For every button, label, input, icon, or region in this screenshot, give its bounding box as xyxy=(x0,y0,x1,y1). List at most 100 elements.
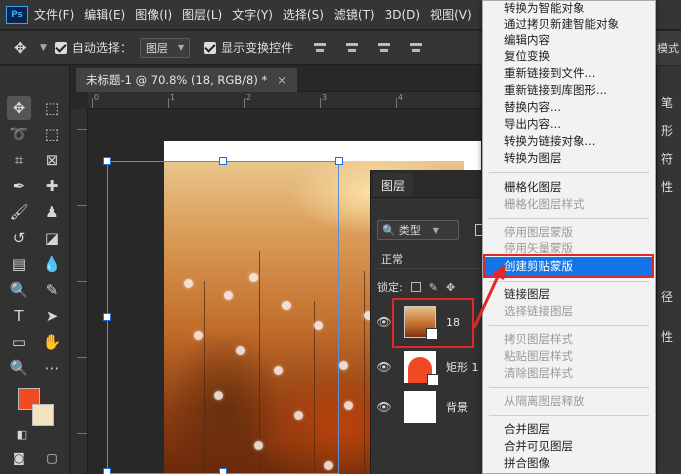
panel-label[interactable]: 性 xyxy=(661,328,673,345)
menu-edit[interactable]: 编辑(E) xyxy=(84,6,125,23)
zoom-tool-icon[interactable]: 🔍 xyxy=(7,356,31,380)
menu-item-disable-layer-mask: 停用图层蒙版 xyxy=(504,225,573,239)
document-tab[interactable]: 未标题-1 @ 70.8% (18, RGB/8) * × xyxy=(76,68,297,92)
panel-label[interactable]: 符 xyxy=(661,150,673,167)
close-icon[interactable]: × xyxy=(277,73,287,87)
panel-label[interactable]: 笔 xyxy=(661,94,673,111)
panel-label[interactable]: 性 xyxy=(661,178,673,195)
menu-type[interactable]: 文字(Y) xyxy=(232,6,273,23)
layer-row[interactable]: 👁 矩形 1 xyxy=(371,347,491,387)
align-bottom-icon[interactable] xyxy=(377,41,391,55)
menu-select[interactable]: 选择(S) xyxy=(283,6,324,23)
menu-item-merge-visible[interactable]: 合并可见图层 xyxy=(504,439,573,454)
menu-item-rasterize-layer-style: 栅格化图层样式 xyxy=(504,197,585,211)
menu-item-reset-transform[interactable]: 复位变换 xyxy=(504,49,550,64)
document-tabs: 未标题-1 @ 70.8% (18, RGB/8) * × xyxy=(71,66,481,92)
menu-item-flatten-image[interactable]: 拼合图像 xyxy=(504,456,550,471)
screen-mode-icon[interactable]: ▢ xyxy=(40,446,64,470)
menu-item-convert-to-layers[interactable]: 转换为图层 xyxy=(504,151,562,166)
lasso-tool-icon[interactable]: ➰ xyxy=(7,122,31,146)
panel-label[interactable]: 形 xyxy=(661,122,673,139)
crop-tool-icon[interactable]: ⌗ xyxy=(7,148,31,172)
menu-item-copy-layer-style: 拷贝图层样式 xyxy=(504,332,573,346)
menu-item-new-smart-object-via-copy[interactable]: 通过拷贝新建智能对象 xyxy=(504,17,619,32)
hand-tool-icon[interactable]: ✋ xyxy=(40,330,64,354)
menu-item-export-contents[interactable]: 导出内容... xyxy=(504,117,561,132)
visibility-eye-icon[interactable]: 👁 xyxy=(371,400,397,414)
layer-name[interactable]: 背景 xyxy=(446,399,468,415)
gradient-tool-icon[interactable]: ▤ xyxy=(7,252,31,276)
layer-row[interactable]: 👁 背景 xyxy=(371,387,491,427)
menu-separator xyxy=(489,218,649,219)
visibility-eye-icon[interactable]: 👁 xyxy=(371,360,397,374)
menu-item-convert-to-linked[interactable]: 转换为链接对象... xyxy=(504,134,595,149)
menu-item-relink-to-file[interactable]: 重新链接到文件... xyxy=(504,66,595,81)
eraser-tool-icon[interactable]: ◪ xyxy=(40,226,64,250)
frame-tool-icon[interactable]: ⊠ xyxy=(40,148,64,172)
pen-tool-icon[interactable]: ✎ xyxy=(40,278,64,302)
align-left-icon[interactable] xyxy=(409,41,423,55)
menu-image[interactable]: 图像(I) xyxy=(135,6,172,23)
menu-item-edit-contents[interactable]: 编辑内容 xyxy=(504,33,550,48)
rectangle-tool-icon[interactable]: ▭ xyxy=(7,330,31,354)
layer-filter-dropdown[interactable]: 🔍 类型 ▼ xyxy=(377,220,459,240)
menu-item-select-linked-layers: 选择链接图层 xyxy=(504,304,573,318)
menu-view[interactable]: 视图(V) xyxy=(430,6,472,23)
stamp-tool-icon[interactable]: ♟ xyxy=(40,200,64,224)
panel-label[interactable]: 径 xyxy=(661,288,673,305)
type-tool-icon[interactable]: T xyxy=(7,304,31,328)
dodge-tool-icon[interactable]: 🔍 xyxy=(7,278,31,302)
annotation-highlight-box xyxy=(392,298,474,348)
layer-thumbnail[interactable] xyxy=(404,391,436,423)
chevron-down-icon[interactable]: ▼ xyxy=(40,43,47,53)
blur-tool-icon[interactable]: 💧 xyxy=(40,252,64,276)
quick-mask-icon[interactable]: ◙ xyxy=(7,446,31,470)
quick-select-tool-icon[interactable]: ⬚ xyxy=(40,122,64,146)
lock-transparent-icon[interactable] xyxy=(410,282,421,292)
transform-handle[interactable] xyxy=(103,313,111,321)
menu-file[interactable]: 文件(F) xyxy=(34,6,74,23)
layer-thumbnail[interactable] xyxy=(404,351,439,386)
brush-tool-icon[interactable]: 🖌 xyxy=(7,200,31,224)
move-tool-icon[interactable]: ✥ xyxy=(14,39,36,57)
transform-handle[interactable] xyxy=(219,157,227,165)
default-colors-icon[interactable]: ◧ xyxy=(10,422,34,446)
menu-item-rasterize-layer[interactable]: 栅格化图层 xyxy=(504,180,562,195)
show-transform-checkbox[interactable] xyxy=(204,41,217,54)
ruler-label: 3 xyxy=(322,93,328,102)
menu-item-link-layers[interactable]: 链接图层 xyxy=(504,287,550,302)
document-tab-title: 未标题-1 @ 70.8% (18, RGB/8) * xyxy=(86,73,268,87)
layer-name[interactable]: 矩形 1 xyxy=(446,359,479,375)
menu-layer[interactable]: 图层(L) xyxy=(182,6,222,23)
transform-handle[interactable] xyxy=(335,157,343,165)
align-vertical-center-icon[interactable] xyxy=(345,41,359,55)
menu-item-merge-layers[interactable]: 合并图层 xyxy=(504,422,550,437)
transform-handle[interactable] xyxy=(103,157,111,165)
menu-item-clear-layer-style: 清除图层样式 xyxy=(504,366,573,380)
align-top-icon[interactable] xyxy=(313,41,327,55)
lock-pixels-icon[interactable]: ✎ xyxy=(429,281,438,294)
auto-select-checkbox[interactable] xyxy=(54,41,67,54)
transform-bounding-box[interactable] xyxy=(107,161,339,474)
menu-item-convert-smart-object[interactable]: 转换为智能对象 xyxy=(504,1,585,16)
background-color-swatch[interactable] xyxy=(32,404,54,426)
menu-separator xyxy=(489,325,649,326)
transform-handle[interactable] xyxy=(219,468,227,474)
lock-position-icon[interactable]: ✥ xyxy=(446,281,455,294)
menu-3d[interactable]: 3D(D) xyxy=(385,8,420,22)
transform-handle[interactable] xyxy=(103,468,111,474)
menu-filter[interactable]: 滤镜(T) xyxy=(334,6,375,23)
path-select-tool-icon[interactable]: ➤ xyxy=(40,304,64,328)
show-transform-label: 显示变换控件 xyxy=(221,41,294,55)
move-tool-icon[interactable]: ✥ xyxy=(7,96,31,120)
layers-panel-header: 图层 xyxy=(371,170,490,198)
auto-select-dropdown[interactable]: 图层 ▼ xyxy=(139,37,191,58)
menu-item-relink-to-library[interactable]: 重新链接到库图形... xyxy=(504,83,607,98)
more-tools-icon[interactable]: ⋯ xyxy=(40,356,64,380)
healing-brush-tool-icon[interactable]: ✚ xyxy=(40,174,64,198)
history-brush-tool-icon[interactable]: ↺ xyxy=(7,226,31,250)
tab-layers[interactable]: 图层 xyxy=(373,173,414,197)
menu-item-replace-contents[interactable]: 替换内容... xyxy=(504,100,561,115)
eyedropper-tool-icon[interactable]: ✒ xyxy=(7,174,31,198)
marquee-tool-icon[interactable]: ⬚ xyxy=(40,96,64,120)
